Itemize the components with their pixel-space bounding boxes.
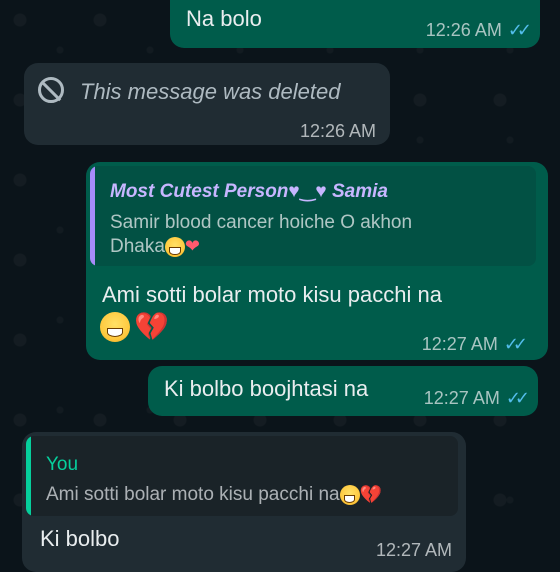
message-time: 12:27 AM <box>421 334 498 354</box>
message-text: Na bolo <box>186 6 262 31</box>
quote-text: Ami sotti bolar moto kisu pacchi na <box>46 484 340 505</box>
outgoing-message-bubble[interactable]: Na bolo 12:26 AM ✓✓ <box>170 0 540 48</box>
message-time: 12:26 AM <box>425 20 502 40</box>
message-meta: 12:27 AM <box>376 540 452 561</box>
message-time-text: 12:26 AM <box>299 121 376 141</box>
quote-bar <box>90 166 95 266</box>
sweat-smile-emoji <box>339 484 360 505</box>
read-receipt-icon: ✓✓ <box>505 388 530 408</box>
block-icon <box>38 77 64 103</box>
quoted-message[interactable]: You Ami sotti bolar moto kisu pacchi na 💔 <box>26 436 458 516</box>
message-emojis: 💔 <box>100 312 169 342</box>
broken-heart-emoji: 💔 <box>359 484 382 505</box>
message-time: 12:27 AM <box>423 388 500 408</box>
sweat-smile-emoji <box>100 312 130 342</box>
quote-bar <box>26 436 31 516</box>
outgoing-message-bubble[interactable]: Ki bolbo boojhtasi na 12:27 AM ✓✓ <box>148 366 538 416</box>
quoted-message[interactable]: Most Cutest Person♥‿♥ Samia Samir blood … <box>90 166 536 266</box>
message-time: 12:26 AM <box>300 121 376 142</box>
incoming-message-bubble[interactable]: You Ami sotti bolar moto kisu pacchi na 💔… <box>22 432 466 572</box>
message-text: Ki bolbo boojhtasi na <box>164 376 369 401</box>
broken-heart-emoji: 💔 <box>134 311 169 342</box>
incoming-message-bubble[interactable]: This message was deleted 12:26 AM <box>24 63 390 145</box>
message-meta: 12:26 AM ✓✓ <box>425 20 532 41</box>
outgoing-message-bubble[interactable]: Most Cutest Person♥‿♥ Samia Samir blood … <box>86 162 548 360</box>
quote-author: You <box>46 454 79 475</box>
quote-text-line2-wrap: Dhaka ❤ <box>110 236 200 258</box>
quote-author: Most Cutest Person♥‿♥ Samia <box>110 181 388 202</box>
message-text: Ki bolbo <box>40 526 120 551</box>
quote-text-line2: Dhaka <box>110 236 165 257</box>
message-meta: 12:27 AM ✓✓ <box>423 388 530 409</box>
message-time: 12:27 AM <box>375 540 452 560</box>
sweat-smile-emoji <box>164 236 185 257</box>
quote-text-line1: Samir blood cancer hoiche O akhon <box>110 212 413 233</box>
message-meta: 12:27 AM ✓✓ <box>421 334 528 355</box>
quote-text-wrap: Ami sotti bolar moto kisu pacchi na 💔 <box>46 484 382 506</box>
read-receipt-icon: ✓✓ <box>507 20 532 40</box>
read-receipt-icon: ✓✓ <box>503 334 528 354</box>
heart-bandage-emoji: ❤ <box>184 236 201 257</box>
message-text: Ami sotti bolar moto kisu pacchi na <box>102 282 442 307</box>
deleted-message-text: This message was deleted <box>80 79 341 104</box>
